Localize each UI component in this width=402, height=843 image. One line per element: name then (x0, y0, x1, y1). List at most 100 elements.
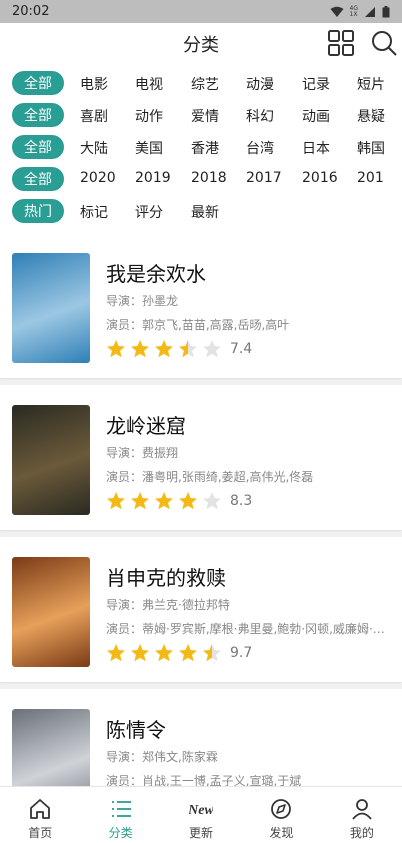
home-icon (30, 799, 51, 819)
filter-row: 全部 喜剧 动作 爱情 科幻 动画 悬疑 (12, 103, 402, 127)
star-icon (155, 492, 173, 510)
filter-option[interactable]: 科幻 (246, 106, 274, 126)
filter-option[interactable]: 台湾 (246, 138, 274, 158)
nav-label: 发现 (269, 826, 294, 840)
star-icon (203, 340, 221, 358)
filter-option[interactable]: 香港 (191, 138, 219, 158)
movie-director: 导演：费振翔 (106, 446, 179, 460)
status-time: 20:02 (12, 4, 50, 19)
filter-row: 热门 标记 评分 最新 (12, 199, 402, 223)
movie-director: 导演：孙墨龙 (106, 294, 179, 308)
star-icon (131, 644, 149, 662)
filter-option[interactable]: 电影 (80, 74, 108, 94)
star-rating: 9.7 (106, 643, 252, 663)
star-icon (107, 492, 125, 510)
movie-score: 9.7 (230, 645, 253, 661)
star-icon (179, 340, 197, 358)
star-icon (107, 644, 125, 662)
battery-icon (382, 5, 390, 17)
movie-score: 8.3 (230, 493, 253, 509)
search-button[interactable] (370, 29, 398, 57)
list-icon (111, 801, 131, 817)
movie-score: 7.4 (230, 341, 253, 357)
star-icon (203, 492, 221, 510)
filter-option[interactable]: 201 (357, 170, 384, 186)
filter-option[interactable]: 2016 (302, 170, 338, 186)
movie-poster[interactable] (12, 557, 90, 667)
movie-poster[interactable] (12, 253, 90, 363)
filter-option[interactable]: 评分 (135, 202, 163, 222)
filter-option[interactable]: 2019 (135, 170, 171, 186)
filter-option[interactable]: 喜剧 (80, 106, 108, 126)
filter-option[interactable]: 韩国 (357, 138, 385, 158)
bottom-nav: 首页 分类 New 更新 发现 我的 (0, 786, 402, 843)
nav-item-discover[interactable]: 发现 (241, 787, 321, 843)
network-subtype: 1X (349, 10, 358, 18)
filter-option[interactable]: 美国 (135, 138, 163, 158)
filter-pill[interactable]: 全部 (12, 103, 64, 127)
new-icon: New (189, 803, 213, 818)
svg-text:New: New (189, 803, 213, 818)
filter-row: 全部 大陆 美国 香港 台湾 日本 韩国 (12, 135, 402, 159)
network-indicator: 4G 1X (349, 5, 358, 18)
nav-item-new[interactable]: New 更新 (161, 787, 241, 843)
filter-option[interactable]: 动漫 (246, 74, 274, 94)
filter-option[interactable]: 综艺 (191, 74, 219, 94)
filter-option[interactable]: 动画 (302, 106, 330, 126)
star-icon (131, 340, 149, 358)
filter-option[interactable]: 电视 (135, 74, 163, 94)
star-rating: 8.3 (106, 491, 252, 511)
movie-cast: 演员：潘粤明,张雨绮,姜超,高伟光,佟磊 (106, 470, 314, 484)
movie-title: 龙岭迷窟 (106, 414, 186, 438)
discover-icon (271, 799, 292, 819)
filter-panel: 全部 电影 电视 综艺 动漫 记录 短片 全部 喜剧 动作 爱情 科幻 动画 悬疑 全部 大陆 美国 香港 台湾 日本… (0, 63, 402, 233)
filter-option[interactable]: 2018 (191, 170, 227, 186)
profile-icon (352, 799, 372, 820)
star-rating: 7.4 (106, 339, 252, 359)
filter-option[interactable]: 记录 (302, 74, 330, 94)
nav-item-profile[interactable]: 我的 (322, 787, 402, 843)
filter-option[interactable]: 2017 (246, 170, 282, 186)
filter-pill[interactable]: 热门 (12, 199, 64, 223)
grid-view-button[interactable] (327, 29, 355, 57)
star-icon (179, 644, 197, 662)
signal-icon (365, 6, 375, 17)
filter-row: 全部 2020 2019 2018 2017 2016 201 (12, 167, 402, 191)
movie-cast: 演员：郭京飞,苗苗,高露,岳旸,高叶 (106, 318, 290, 332)
movie-card[interactable]: 肖申克的救赎 导演：弗兰克·德拉邦特 演员：蒂姆·罗宾斯,摩根·弗里曼,鲍勃·冈顿,… (0, 537, 402, 682)
nav-label: 首页 (28, 826, 53, 840)
wifi-icon (330, 6, 344, 17)
filter-option[interactable]: 2020 (80, 170, 116, 186)
movie-card[interactable]: 陈情令 导演：郑伟文,陈家霖 演员：肖战,王一博,孟子义,宣璐,于斌 (0, 689, 402, 819)
filter-pill[interactable]: 全部 (12, 71, 64, 95)
nav-item-list[interactable]: 分类 (80, 787, 160, 843)
filter-option[interactable]: 标记 (80, 202, 108, 222)
star-icon (155, 340, 173, 358)
movie-poster[interactable] (12, 405, 90, 515)
star-icon (131, 492, 149, 510)
star-icon (155, 644, 173, 662)
nav-label: 我的 (349, 826, 374, 840)
grid-icon (328, 30, 354, 56)
movie-card[interactable]: 龙岭迷窟导演：费振翔演员：潘粤明,张雨绮,姜超,高伟光,佟磊 8.3 (0, 385, 402, 530)
filter-option[interactable]: 大陆 (80, 138, 108, 158)
filter-option[interactable]: 最新 (191, 202, 219, 222)
movie-title: 肖申克的救赎 (106, 566, 226, 590)
filter-pill[interactable]: 全部 (12, 167, 64, 191)
filter-option[interactable]: 动作 (135, 106, 163, 126)
movie-card[interactable]: 我是余欢水 导演：孙墨龙 演员：郭京飞,苗苗,高露,岳旸,高叶 7.4 (0, 233, 402, 378)
movie-director: 导演：弗兰克·德拉邦特 (106, 598, 230, 612)
filter-pill[interactable]: 全部 (12, 135, 64, 159)
filter-option[interactable]: 悬疑 (357, 106, 385, 126)
search-icon (372, 31, 397, 56)
filter-row: 全部 电影 电视 综艺 动漫 记录 短片 (12, 71, 402, 95)
movie-director: 导演：郑伟文,陈家霖 (106, 750, 218, 764)
status-bar: 20:02 4G 1X (0, 0, 402, 23)
filter-option[interactable]: 日本 (302, 138, 330, 158)
nav-item-home[interactable]: 首页 (0, 787, 80, 843)
star-icon (179, 492, 197, 510)
star-icon (203, 644, 221, 662)
filter-option[interactable]: 爱情 (191, 106, 219, 126)
movie-title: 陈情令 (106, 718, 166, 742)
filter-option[interactable]: 短片 (357, 74, 385, 94)
